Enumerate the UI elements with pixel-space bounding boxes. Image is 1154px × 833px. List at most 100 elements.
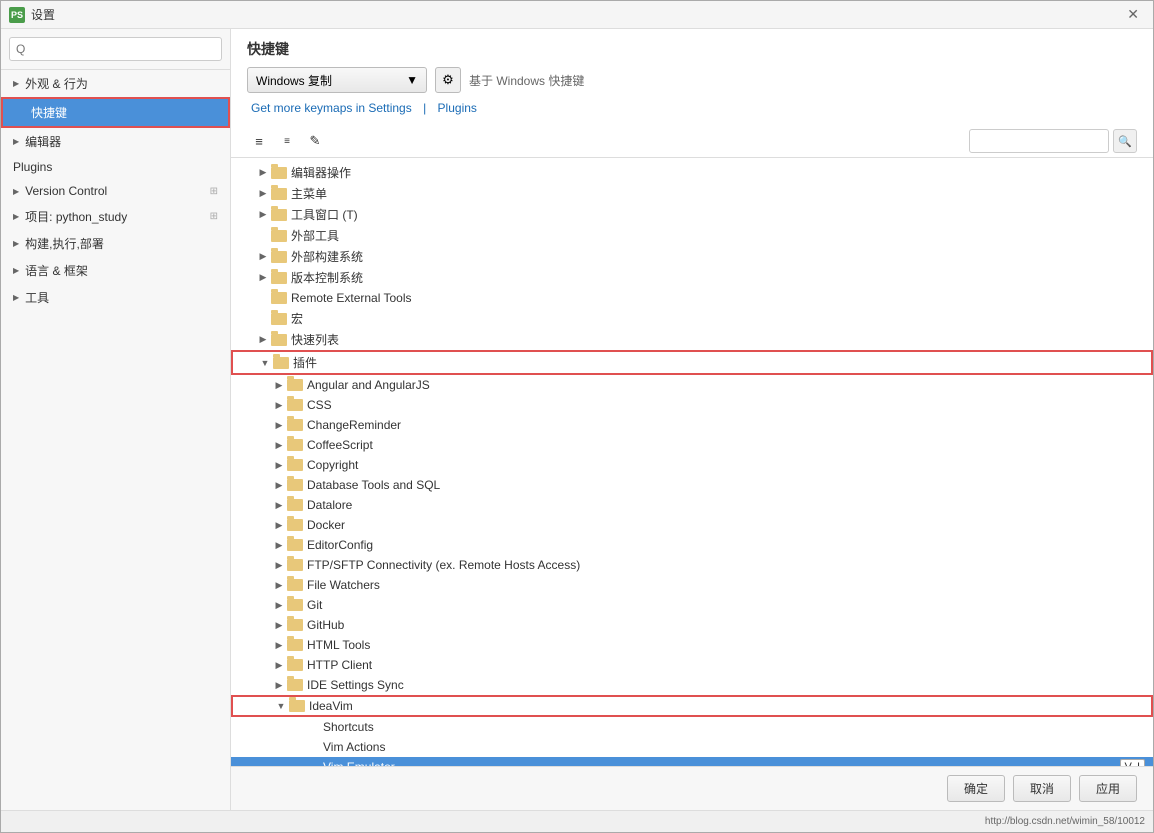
tree-item-vim-actions[interactable]: Vim Actions bbox=[231, 737, 1153, 757]
collapse-all-button[interactable]: ≡ bbox=[275, 130, 299, 152]
app-icon: PS bbox=[9, 7, 25, 23]
tree-item-docker[interactable]: ▶ Docker bbox=[231, 515, 1153, 535]
tree-item-editor-actions[interactable]: ▶ 编辑器操作 bbox=[231, 162, 1153, 183]
folder-icon bbox=[287, 559, 303, 571]
arrow-icon: ▶ bbox=[13, 293, 19, 302]
sidebar-item-tools[interactable]: ▶ 工具 bbox=[1, 284, 230, 311]
arrow-icon: ▶ bbox=[271, 520, 287, 531]
search-shortcut-button[interactable]: 🔍 bbox=[1113, 129, 1137, 153]
tree-item-label: Vim Actions bbox=[303, 740, 1145, 754]
tree-item-label: IdeaVim bbox=[309, 699, 1143, 713]
arrow-icon: ▶ bbox=[271, 500, 287, 511]
tree-item-label: CSS bbox=[307, 398, 1145, 412]
tree-item-remote-ext-tools[interactable]: Remote External Tools bbox=[231, 288, 1153, 308]
tree-item-coffeescript[interactable]: ▶ CoffeeScript bbox=[231, 435, 1153, 455]
folder-icon bbox=[271, 251, 287, 263]
arrow-icon: ▶ bbox=[271, 440, 287, 451]
collapse-all-icon: ≡ bbox=[284, 136, 290, 147]
tree-item-angular[interactable]: ▶ Angular and AngularJS bbox=[231, 375, 1153, 395]
expand-all-button[interactable]: ≡ bbox=[247, 130, 271, 152]
folder-icon bbox=[287, 379, 303, 391]
sidebar-item-build[interactable]: ▶ 构建,执行,部署 bbox=[1, 230, 230, 257]
sidebar-item-plugins[interactable]: Plugins bbox=[1, 155, 230, 179]
sidebar-search-input[interactable] bbox=[9, 37, 222, 61]
tree-item-change-reminder[interactable]: ▶ ChangeReminder bbox=[231, 415, 1153, 435]
settings-window: PS 设置 ✕ ▶ 外观 & 行为 快捷键 ▶ 编辑器 bbox=[0, 0, 1154, 833]
folder-icon bbox=[287, 519, 303, 531]
tree-item-macros[interactable]: 宏 bbox=[231, 308, 1153, 329]
tree-item-quick-lists[interactable]: ▶ 快速列表 bbox=[231, 329, 1153, 350]
tree-item-label: Docker bbox=[307, 518, 1145, 532]
tree-item-external-build[interactable]: ▶ 外部构建系统 bbox=[231, 246, 1153, 267]
tree-item-ideavim[interactable]: ▼ IdeaVim bbox=[231, 695, 1153, 717]
folder-icon bbox=[287, 579, 303, 591]
arrow-icon: ▶ bbox=[271, 600, 287, 611]
tree-item-label: Shortcuts bbox=[303, 720, 1145, 734]
keymap-selector-row: Windows 复制 ▼ ⚙ 基于 Windows 快捷键 bbox=[247, 67, 1137, 93]
apply-button[interactable]: 应用 bbox=[1079, 775, 1137, 802]
plugins-link-text: Plugins bbox=[438, 101, 477, 115]
sidebar-item-vcs[interactable]: ▶ Version Control ⊞ bbox=[1, 179, 230, 203]
vcs-icon: ⊞ bbox=[210, 186, 218, 197]
sidebar-item-label: Plugins bbox=[13, 160, 52, 174]
arrow-icon: ▶ bbox=[255, 167, 271, 178]
sidebar-item-appearance[interactable]: ▶ 外观 & 行为 bbox=[1, 70, 230, 97]
tree-item-css[interactable]: ▶ CSS bbox=[231, 395, 1153, 415]
sidebar-item-label: 项目: python_study bbox=[25, 208, 205, 225]
tree-item-editorconfig[interactable]: ▶ EditorConfig bbox=[231, 535, 1153, 555]
arrow-icon: ▶ bbox=[13, 266, 19, 275]
tree-item-plugins-group[interactable]: ▼ 插件 bbox=[231, 350, 1153, 375]
arrow-icon: ▶ bbox=[271, 560, 287, 571]
close-button[interactable]: ✕ bbox=[1121, 4, 1145, 25]
tree-item-db-tools[interactable]: ▶ Database Tools and SQL bbox=[231, 475, 1153, 495]
tree-item-shortcuts[interactable]: Shortcuts bbox=[231, 717, 1153, 737]
tree-item-main-menu[interactable]: ▶ 主菜单 bbox=[231, 183, 1153, 204]
tree-item-label: Vim Emulator bbox=[303, 760, 1120, 766]
arrow-icon: ▶ bbox=[271, 420, 287, 431]
edit-button[interactable]: ✎ bbox=[303, 130, 327, 152]
keymap-dropdown[interactable]: Windows 复制 ▼ bbox=[247, 67, 427, 93]
sidebar-item-lang[interactable]: ▶ 语言 & 框架 bbox=[1, 257, 230, 284]
tree-item-ide-settings-sync[interactable]: ▶ IDE Settings Sync bbox=[231, 675, 1153, 695]
separator: | bbox=[423, 101, 426, 115]
sidebar-search-container bbox=[1, 29, 230, 70]
tree-item-file-watchers[interactable]: ▶ File Watchers bbox=[231, 575, 1153, 595]
cancel-button[interactable]: 取消 bbox=[1013, 775, 1071, 802]
tree-item-label: GitHub bbox=[307, 618, 1145, 632]
tree-item-label: HTTP Client bbox=[307, 658, 1145, 672]
tree-item-label: 主菜单 bbox=[291, 185, 1145, 202]
ok-button[interactable]: 确定 bbox=[947, 775, 1005, 802]
gear-button[interactable]: ⚙ bbox=[435, 67, 461, 93]
arrow-icon: ▶ bbox=[271, 620, 287, 631]
tree-item-ftp-sftp[interactable]: ▶ FTP/SFTP Connectivity (ex. Remote Host… bbox=[231, 555, 1153, 575]
tree-item-git[interactable]: ▶ Git bbox=[231, 595, 1153, 615]
arrow-icon: ▶ bbox=[13, 212, 19, 221]
more-keymaps-link[interactable]: Get more keymaps in Settings | Plugins bbox=[247, 101, 1137, 115]
tree-item-datalore[interactable]: ▶ Datalore bbox=[231, 495, 1153, 515]
tree-item-github[interactable]: ▶ GitHub bbox=[231, 615, 1153, 635]
sidebar-item-label: 构建,执行,部署 bbox=[25, 235, 104, 252]
arrow-icon: ▶ bbox=[271, 640, 287, 651]
tree-item-html-tools[interactable]: ▶ HTML Tools bbox=[231, 635, 1153, 655]
tree-item-label: EditorConfig bbox=[307, 538, 1145, 552]
tree-item-copyright[interactable]: ▶ Copyright bbox=[231, 455, 1153, 475]
tree-item-vim-emulator[interactable]: Vim Emulator V, I bbox=[231, 757, 1153, 766]
tree-item-vcs-groups[interactable]: ▶ 版本控制系统 bbox=[231, 267, 1153, 288]
arrow-icon: ▶ bbox=[255, 209, 271, 220]
sidebar-item-project[interactable]: ▶ 项目: python_study ⊞ bbox=[1, 203, 230, 230]
keymap-selected-value: Windows 复制 bbox=[256, 72, 332, 89]
folder-icon bbox=[287, 479, 303, 491]
search-shortcuts-input[interactable] bbox=[969, 129, 1109, 153]
tree-item-label: CoffeeScript bbox=[307, 438, 1145, 452]
tree-item-external-tools[interactable]: 外部工具 bbox=[231, 225, 1153, 246]
tree-item-tool-windows[interactable]: ▶ 工具窗口 (T) bbox=[231, 204, 1153, 225]
folder-icon bbox=[289, 700, 305, 712]
tree-item-http-client[interactable]: ▶ HTTP Client bbox=[231, 655, 1153, 675]
get-more-keymaps-text: Get more keymaps in Settings bbox=[251, 101, 412, 115]
arrow-icon: ▶ bbox=[271, 540, 287, 551]
tree-item-label: File Watchers bbox=[307, 578, 1145, 592]
sidebar-item-editor[interactable]: ▶ 编辑器 bbox=[1, 128, 230, 155]
arrow-icon: ▶ bbox=[271, 680, 287, 691]
sidebar-items-list: ▶ 外观 & 行为 快捷键 ▶ 编辑器 Plugins ▶ Version Co… bbox=[1, 70, 230, 810]
sidebar-item-keymap[interactable]: 快捷键 bbox=[1, 97, 230, 128]
